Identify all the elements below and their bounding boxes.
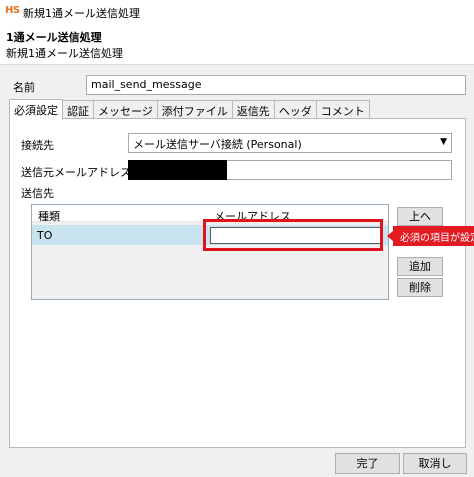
connection-select-value: メール送信サーバ接続 (Personal)	[133, 138, 302, 151]
connection-label: 接続先	[21, 139, 54, 152]
delete-button[interactable]: 削除	[397, 278, 443, 297]
app-logo-icon: HS	[5, 5, 20, 16]
move-up-button[interactable]: 上へ	[397, 207, 443, 226]
from-address-label: 送信元メールアドレス	[21, 166, 131, 179]
error-highlight-box	[203, 219, 383, 251]
title-bar: HS 新規1通メール送信処理	[0, 0, 474, 24]
tab-auth[interactable]: 認証	[62, 100, 94, 119]
window-title: 新規1通メール送信処理	[23, 7, 140, 20]
name-input[interactable]: mail_send_message	[86, 75, 466, 95]
connection-select[interactable]: メール送信サーバ接続 (Personal) ▼	[128, 133, 452, 153]
tab-reply-to[interactable]: 返信先	[231, 100, 275, 119]
cancel-button[interactable]: 取消し	[403, 453, 467, 474]
name-label: 名前	[13, 81, 35, 94]
dialog-title: 1通メール送信処理	[6, 31, 102, 44]
recipients-label: 送信先	[21, 187, 54, 200]
tab-headers[interactable]: ヘッダ	[273, 100, 317, 119]
column-header-type[interactable]: 種類	[38, 208, 60, 224]
dialog-subtitle: 新規1通メール送信処理	[6, 47, 123, 60]
redacted-block	[128, 160, 227, 180]
chevron-down-icon: ▼	[440, 137, 447, 147]
add-button[interactable]: 追加	[397, 257, 443, 276]
tab-required-settings[interactable]: 必須設定	[9, 99, 63, 120]
tab-comment[interactable]: コメント	[315, 100, 370, 119]
tab-strip: 必須設定 認証 メッセージ 添付ファイル 返信先 ヘッダ コメント	[9, 99, 370, 120]
validation-tooltip: 必須の項目が設定	[393, 226, 474, 246]
tab-attachments[interactable]: 添付ファイル	[156, 100, 233, 119]
tab-message[interactable]: メッセージ	[93, 100, 158, 119]
ok-button[interactable]: 完了	[335, 453, 400, 474]
row-type-cell: TO	[37, 229, 53, 242]
dialog-header: 1通メール送信処理 新規1通メール送信処理	[0, 24, 474, 64]
